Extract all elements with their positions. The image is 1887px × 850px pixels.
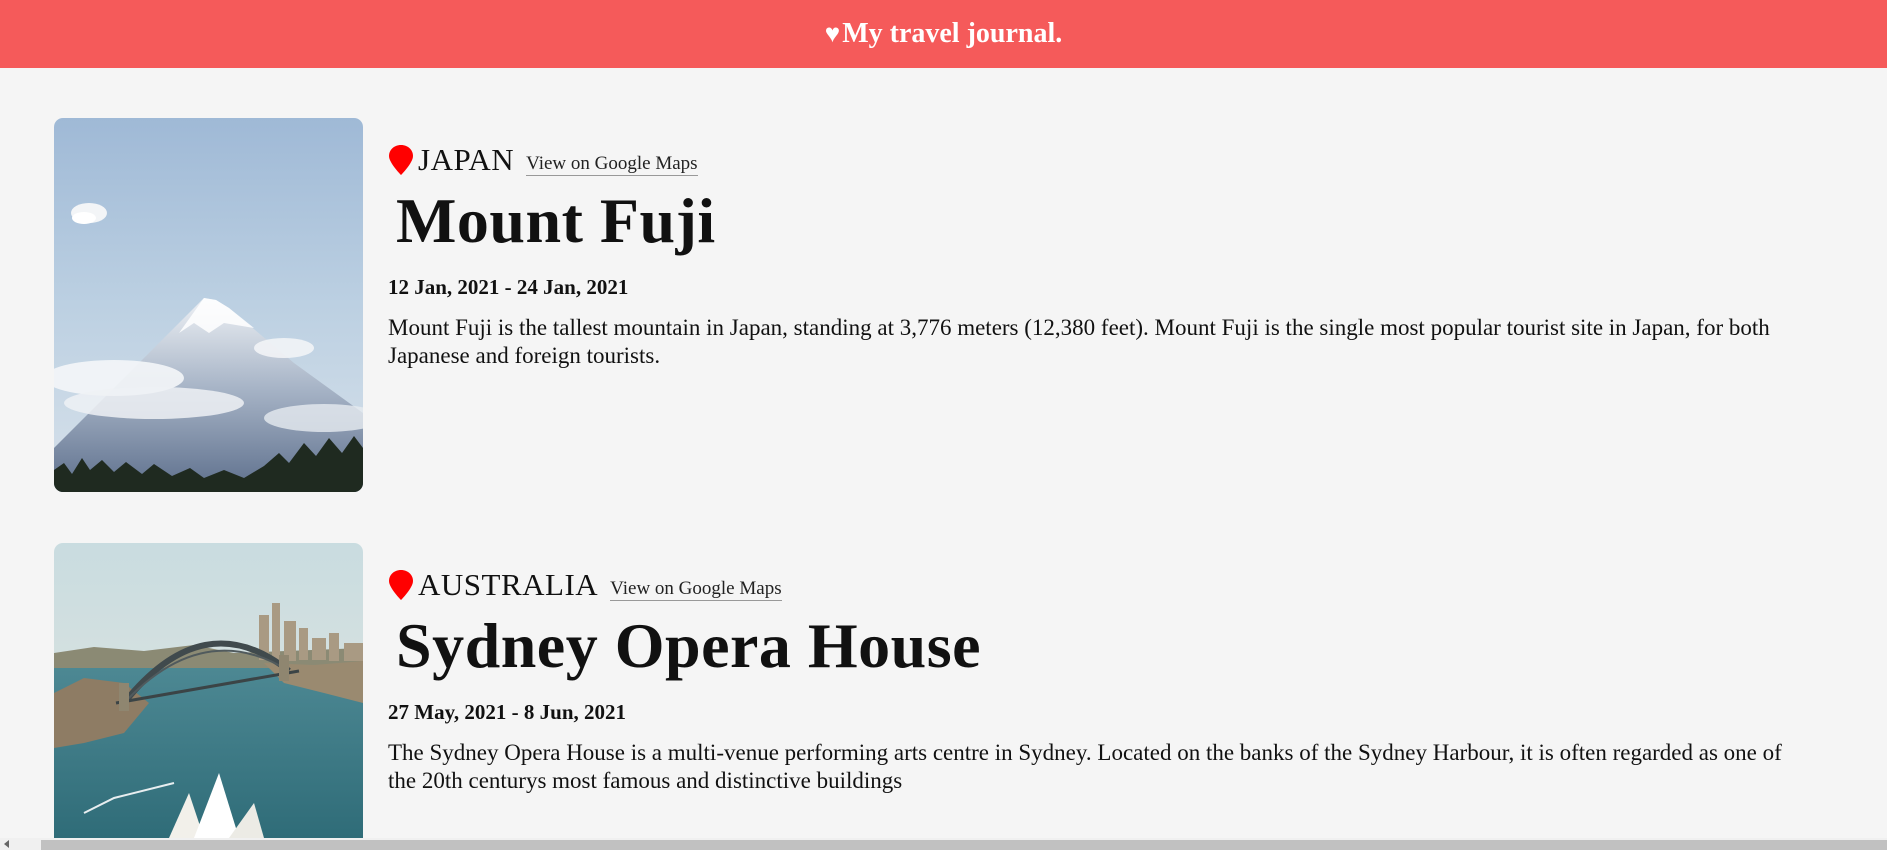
heart-icon: ♥ (824, 19, 841, 48)
page-header: ♥ My travel journal. (0, 0, 1887, 68)
entry-description: The Sydney Opera House is a multi-venue … (388, 740, 1782, 793)
horizontal-scrollbar[interactable] (0, 838, 1887, 850)
entry-info: JAPAN View on Google Maps Mount Fuji 12 … (388, 140, 1808, 370)
scroll-left-arrow-icon[interactable] (4, 840, 9, 848)
country-label: AUSTRALIA (418, 567, 599, 602)
country-label: JAPAN (418, 142, 515, 177)
entry-title: Sydney Opera House (396, 610, 982, 681)
location-row: AUSTRALIA View on Google Maps (388, 565, 1808, 605)
location-pin-icon (389, 145, 413, 175)
sydney-harbour-photo (54, 543, 363, 838)
mount-fuji-photo (54, 118, 363, 492)
entry-info: AUSTRALIA View on Google Maps Sydney Ope… (388, 565, 1808, 795)
location-pin-icon (389, 570, 413, 600)
entry-dates: 27 May, 2021 - 8 Jun, 2021 (388, 700, 627, 724)
location-row: JAPAN View on Google Maps (388, 140, 1808, 180)
entry-description: Mount Fuji is the tallest mountain in Ja… (388, 315, 1770, 368)
google-maps-link[interactable]: View on Google Maps (526, 153, 698, 176)
entry-title: Mount Fuji (396, 185, 716, 256)
google-maps-link[interactable]: View on Google Maps (610, 578, 782, 601)
scrollbar-thumb[interactable] (41, 840, 1887, 850)
page-title: My travel journal. (842, 18, 1063, 49)
entry-dates: 12 Jan, 2021 - 24 Jan, 2021 (388, 275, 629, 299)
